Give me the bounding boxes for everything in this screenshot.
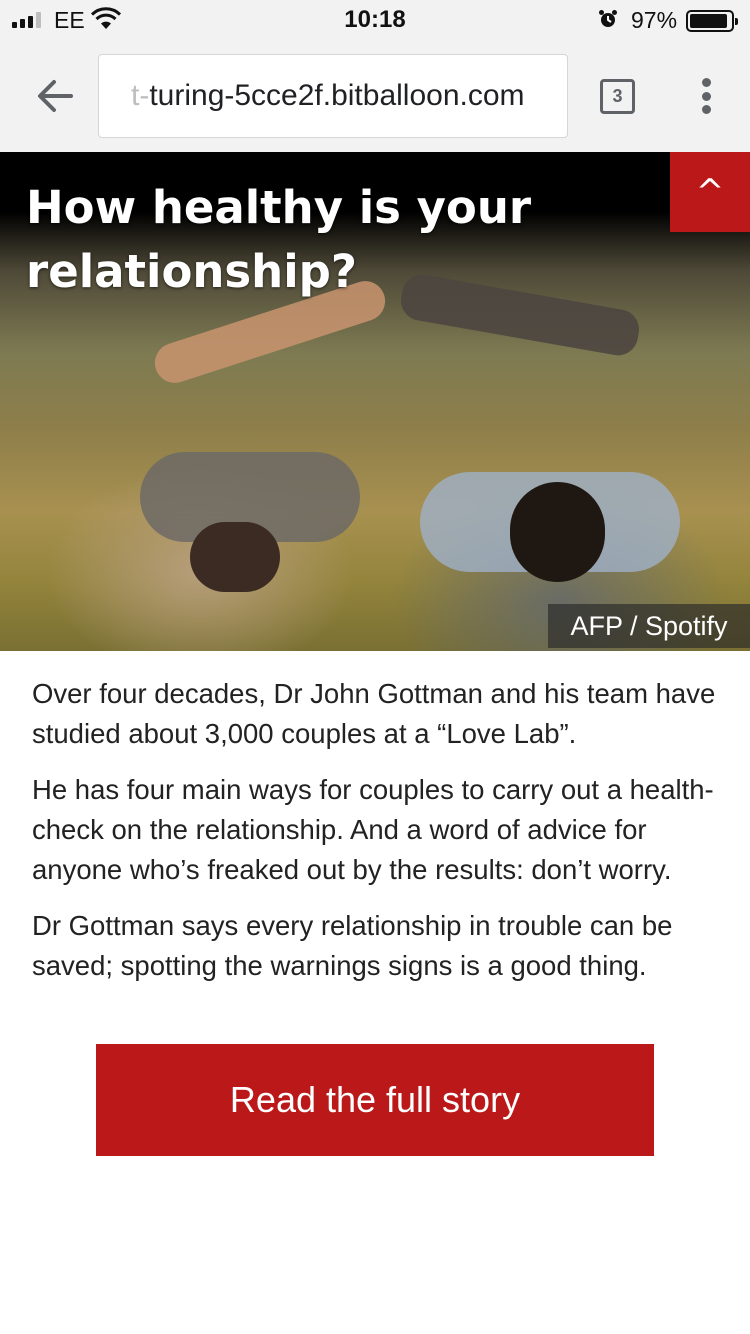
back-button[interactable] xyxy=(30,74,80,118)
battery-icon xyxy=(686,10,738,32)
url-text: turing-5cce2f.bitballoon.com xyxy=(149,79,525,112)
address-bar[interactable]: t-turing-5cce2f.bitballoon.com xyxy=(98,54,568,138)
status-bar: EE 10:18 97% xyxy=(0,0,750,40)
hero-image: How healthy is your relationship? ^ AFP … xyxy=(0,152,750,651)
tabs-icon[interactable]: 3 xyxy=(600,79,635,114)
article-paragraph: He has four main ways for couples to car… xyxy=(32,774,714,885)
browser-toolbar: t-turing-5cce2f.bitballoon.com 3 xyxy=(0,40,750,152)
battery-percent: 97% xyxy=(631,7,678,33)
article-body: Over four decades, Dr John Gottman and h… xyxy=(32,674,722,1002)
collapse-button[interactable]: ^ xyxy=(670,152,750,232)
read-full-story-button[interactable]: Read the full story xyxy=(96,1044,654,1156)
url-faded-prefix: t- xyxy=(131,79,150,112)
page-title: How healthy is your relationship? xyxy=(26,181,532,298)
more-vert-icon[interactable] xyxy=(696,76,716,116)
photo-shape xyxy=(510,482,605,582)
photo-shape xyxy=(190,522,280,592)
article-paragraph: Dr Gottman says every relationship in tr… xyxy=(32,910,673,981)
alarm-icon xyxy=(599,10,617,27)
article-paragraph: Over four decades, Dr John Gottman and h… xyxy=(32,678,716,749)
image-credit: AFP / Spotify xyxy=(548,604,750,648)
back-arrow-icon xyxy=(38,80,73,112)
